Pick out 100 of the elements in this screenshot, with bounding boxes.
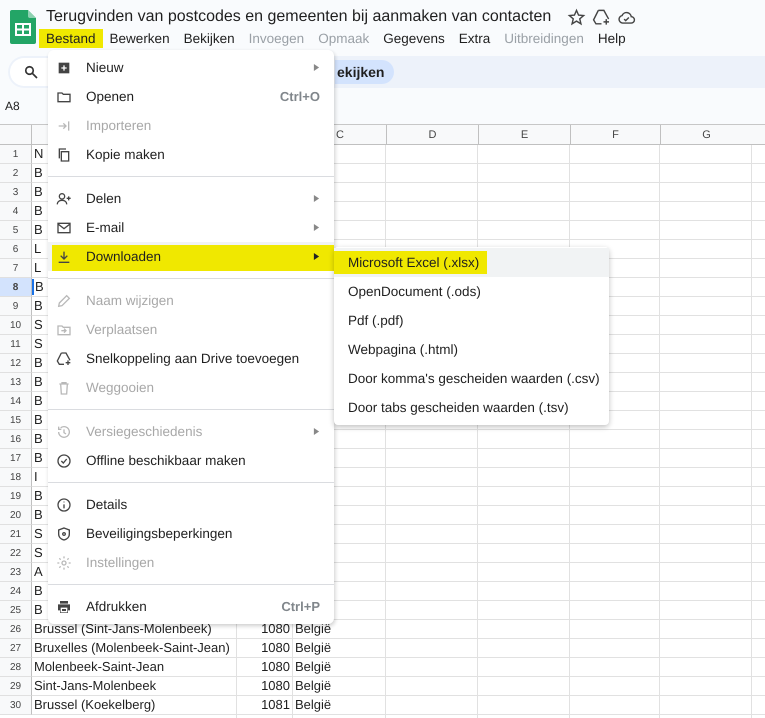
menu-item[interactable]: Details: [48, 490, 334, 519]
menu-item[interactable]: Door komma's gescheiden waarden (.csv): [334, 364, 609, 393]
row-header[interactable]: 3: [0, 183, 32, 202]
table-cell: L: [34, 260, 42, 275]
table-cell: 1081: [261, 697, 290, 712]
table-cell: B: [34, 393, 43, 408]
row-header[interactable]: 11: [0, 335, 32, 354]
table-cell: Brussel (Sint-Jans-Molenbeek): [34, 621, 212, 636]
drive-add-icon: [56, 350, 72, 366]
menu-item[interactable]: Webpagina (.html): [334, 335, 609, 364]
row-header[interactable]: 4: [0, 202, 32, 221]
row-header[interactable]: 20: [0, 506, 32, 525]
menu-item[interactable]: Microsoft Excel (.xlsx): [334, 248, 609, 277]
row-header[interactable]: 28: [0, 658, 32, 677]
row-header[interactable]: 2: [0, 164, 32, 183]
row-header[interactable]: 26: [0, 620, 32, 639]
menu-item[interactable]: Snelkoppeling aan Drive toevoegen: [48, 344, 334, 373]
table-cell: B: [34, 298, 43, 313]
printer-icon: [56, 598, 72, 614]
document-title[interactable]: Terugvinden van postcodes en gemeenten bij aanmaken van contacten: [46, 8, 552, 26]
table-cell: L: [34, 241, 42, 256]
row-header[interactable]: 7: [0, 259, 32, 278]
menu-bar-item[interactable]: Extra: [452, 29, 498, 48]
menu-item[interactable]: Pdf (.pdf): [334, 306, 609, 335]
row-header[interactable]: 13: [0, 373, 32, 392]
menu-item[interactable]: Delen: [48, 184, 334, 213]
row-header[interactable]: 12: [0, 354, 32, 373]
row-header[interactable]: 1: [0, 145, 32, 164]
row-header[interactable]: 30: [0, 696, 32, 715]
row-header[interactable]: 14: [0, 392, 32, 411]
menu-item[interactable]: Offline beschikbaar maken: [48, 446, 334, 475]
table-cell: S: [34, 526, 43, 541]
menu-item[interactable]: E-mail: [48, 213, 334, 242]
copy-icon: [56, 146, 72, 162]
row-header[interactable]: 24: [0, 582, 32, 601]
table-cell: B: [34, 374, 43, 389]
row-header[interactable]: 27: [0, 639, 32, 658]
column-header[interactable]: E: [478, 125, 570, 144]
table-cell: I: [34, 469, 38, 484]
menu-item[interactable]: OpenDocument (.ods): [334, 277, 609, 306]
info-icon: [56, 496, 72, 512]
row-header[interactable]: 10: [0, 316, 32, 335]
menu-item[interactable]: Nieuw: [48, 53, 334, 82]
row-header[interactable]: 16: [0, 430, 32, 449]
menu-item[interactable]: Door tabs gescheiden waarden (.tsv): [334, 393, 609, 422]
menu-item[interactable]: Afdrukken Ctrl+P: [48, 592, 334, 621]
column-header[interactable]: F: [570, 125, 660, 144]
spreadsheet-logo-icon[interactable]: [10, 10, 36, 44]
table-cell: S: [34, 317, 43, 332]
table-cell: België: [295, 621, 332, 636]
table-cell: België: [295, 697, 332, 712]
row-header[interactable]: 23: [0, 563, 32, 582]
name-box[interactable]: A8: [5, 99, 20, 113]
table-cell: B: [34, 184, 43, 199]
row-header[interactable]: 9: [0, 297, 32, 316]
row-header[interactable]: 25: [0, 601, 32, 620]
row-header[interactable]: 18: [0, 468, 32, 487]
menu-item[interactable]: Openen Ctrl+O: [48, 82, 334, 111]
row-header[interactable]: 19: [0, 487, 32, 506]
shield-icon: [56, 526, 72, 542]
download-icon: [56, 248, 72, 264]
table-cell: B: [34, 431, 43, 446]
table-cell: B: [34, 450, 43, 465]
table-cell: België: [295, 640, 332, 655]
menu-bar-item[interactable]: Help: [590, 29, 633, 48]
column-header[interactable]: D: [386, 125, 478, 144]
table-cell: B: [32, 279, 44, 295]
table-cell: België: [295, 678, 332, 693]
menu-bar-item[interactable]: Bewerken: [102, 29, 177, 48]
star-icon[interactable]: [567, 8, 586, 26]
table-cell: B: [34, 355, 43, 370]
table-cell: B: [34, 222, 43, 237]
menu-item[interactable]: Downloaden: [48, 242, 334, 271]
submenu-arrow-icon: [313, 224, 320, 231]
row-header[interactable]: 5: [0, 221, 32, 240]
row-header[interactable]: 6: [0, 240, 32, 259]
row-header[interactable]: 8: [0, 278, 32, 297]
table-cell: België: [295, 659, 332, 674]
row-header[interactable]: 17: [0, 449, 32, 468]
column-header[interactable]: G: [660, 125, 752, 144]
drive-add-icon[interactable]: [592, 8, 612, 26]
table-cell: Molenbeek-Saint-Jean: [34, 659, 164, 674]
table-cell: 1080: [261, 659, 290, 674]
row-header[interactable]: 15: [0, 411, 32, 430]
table-cell: 1080: [261, 640, 290, 655]
table-cell: Brussel (Koekelberg): [34, 697, 156, 712]
row-header[interactable]: 22: [0, 544, 32, 563]
pencil-icon: [56, 292, 72, 308]
menu-item[interactable]: Beveiligingsbeperkingen: [48, 519, 334, 548]
table-cell: Sint-Jans-Molenbeek: [34, 678, 156, 693]
table-cell: S: [34, 336, 43, 351]
chip-button[interactable]: ekijken: [335, 60, 394, 84]
menu-bar-item[interactable]: Gegevens: [376, 29, 452, 48]
settings-icon: [56, 554, 72, 570]
table-cell: 1080: [261, 678, 290, 693]
menu-bar-item[interactable]: Bekijken: [176, 29, 242, 48]
row-header[interactable]: 21: [0, 525, 32, 544]
row-header[interactable]: 29: [0, 677, 32, 696]
table-cell: B: [34, 203, 43, 218]
menu-bar-item[interactable]: Bestand: [39, 29, 103, 48]
